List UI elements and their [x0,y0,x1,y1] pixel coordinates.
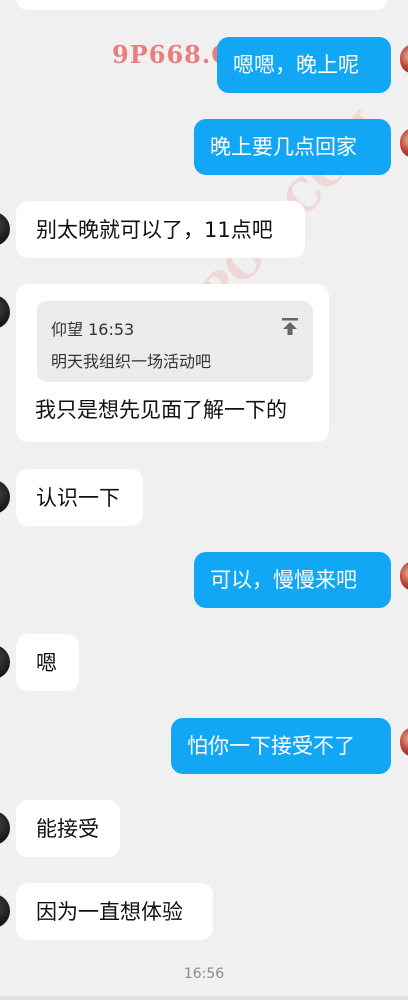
incoming-message-bubble[interactable]: 能接受 [16,800,120,857]
message-text: 嗯嗯，晚上呢 [233,53,359,77]
contact-avatar[interactable] [0,295,10,329]
message-text: 可以，慢慢来吧 [210,568,357,592]
outgoing-message-bubble[interactable]: 怕你一下接受不了 [171,718,391,774]
incoming-message-bubble[interactable]: 别太晚就可以了，11点吧 [16,201,305,258]
contact-avatar[interactable] [0,480,10,514]
contact-avatar[interactable] [0,212,10,246]
outgoing-message-bubble[interactable]: 嗯嗯，晚上呢 [217,37,391,93]
message-text: 嗯 [36,651,57,675]
message-text: 怕你一下接受不了 [187,734,355,758]
partial-message-bubble[interactable] [16,0,388,10]
incoming-message-bubble[interactable]: 因为一直想体验 [16,883,213,940]
message-text: 别太晚就可以了，11点吧 [36,218,273,242]
quoted-message-text: 明天我组织一场活动吧 [51,352,212,371]
own-avatar[interactable] [400,561,408,591]
message-timestamp: 16:56 [183,966,225,982]
contact-avatar[interactable] [0,894,10,928]
message-text: 认识一下 [36,486,120,510]
incoming-message-bubble[interactable]: 认识一下 [16,469,143,526]
contact-avatar[interactable] [0,811,10,845]
message-text: 能接受 [36,817,99,841]
message-text: 我只是想先见面了解一下的 [35,398,287,422]
own-avatar[interactable] [400,128,408,158]
outgoing-message-bubble[interactable]: 可以，慢慢来吧 [194,552,391,608]
input-area-edge [0,996,408,1000]
own-avatar[interactable] [400,44,408,74]
quoted-message[interactable]: 仰望 16:53 明天我组织一场活动吧 [37,301,313,382]
message-text: 因为一直想体验 [36,900,183,924]
message-text: 晚上要几点回家 [210,135,357,159]
outgoing-message-bubble[interactable]: 晚上要几点回家 [194,119,391,175]
quoted-message-header: 仰望 16:53 [51,320,135,339]
contact-avatar[interactable] [0,645,10,679]
jump-to-top-icon[interactable] [279,315,301,337]
own-avatar[interactable] [400,727,408,757]
incoming-message-bubble[interactable]: 嗯 [16,634,79,691]
